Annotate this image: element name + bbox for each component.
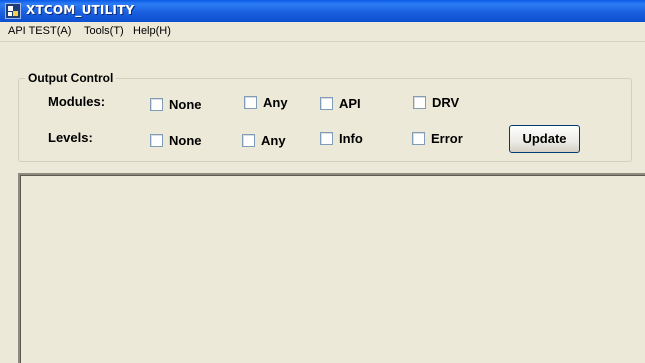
modules-drv-label[interactable]: DRV [432,95,459,110]
checkbox-box[interactable] [320,97,333,110]
title-bar[interactable]: XTCOM_UTILITY [0,0,645,22]
checkbox-box[interactable] [320,132,333,145]
window-title: XTCOM_UTILITY [26,3,135,17]
levels-none-label[interactable]: None [169,133,202,148]
output-panel[interactable] [18,173,645,363]
menu-help[interactable]: Help(H) [133,25,171,37]
levels-info-label[interactable]: Info [339,131,363,146]
levels-any-label[interactable]: Any [261,133,286,148]
checkbox-box[interactable] [150,98,163,111]
app-icon[interactable] [5,3,21,19]
checkbox-box[interactable] [244,96,257,109]
menu-api-test[interactable]: API TEST(A) [8,25,71,37]
checkbox-box[interactable] [413,96,426,109]
output-control-title: Output Control [25,71,117,85]
menu-bar: API TEST(A) Tools(T) Help(H) [0,22,645,42]
checkbox-box[interactable] [412,132,425,145]
modules-any-label[interactable]: Any [263,95,288,110]
levels-error-label[interactable]: Error [431,131,463,146]
update-button[interactable]: Update [509,125,580,153]
modules-api-label[interactable]: API [339,96,361,111]
modules-label: Modules: [48,94,106,109]
menu-tools[interactable]: Tools(T) [84,25,124,37]
levels-label: Levels: [48,130,93,145]
checkbox-box[interactable] [150,134,163,147]
checkbox-box[interactable] [242,134,255,147]
modules-none-label[interactable]: None [169,97,202,112]
